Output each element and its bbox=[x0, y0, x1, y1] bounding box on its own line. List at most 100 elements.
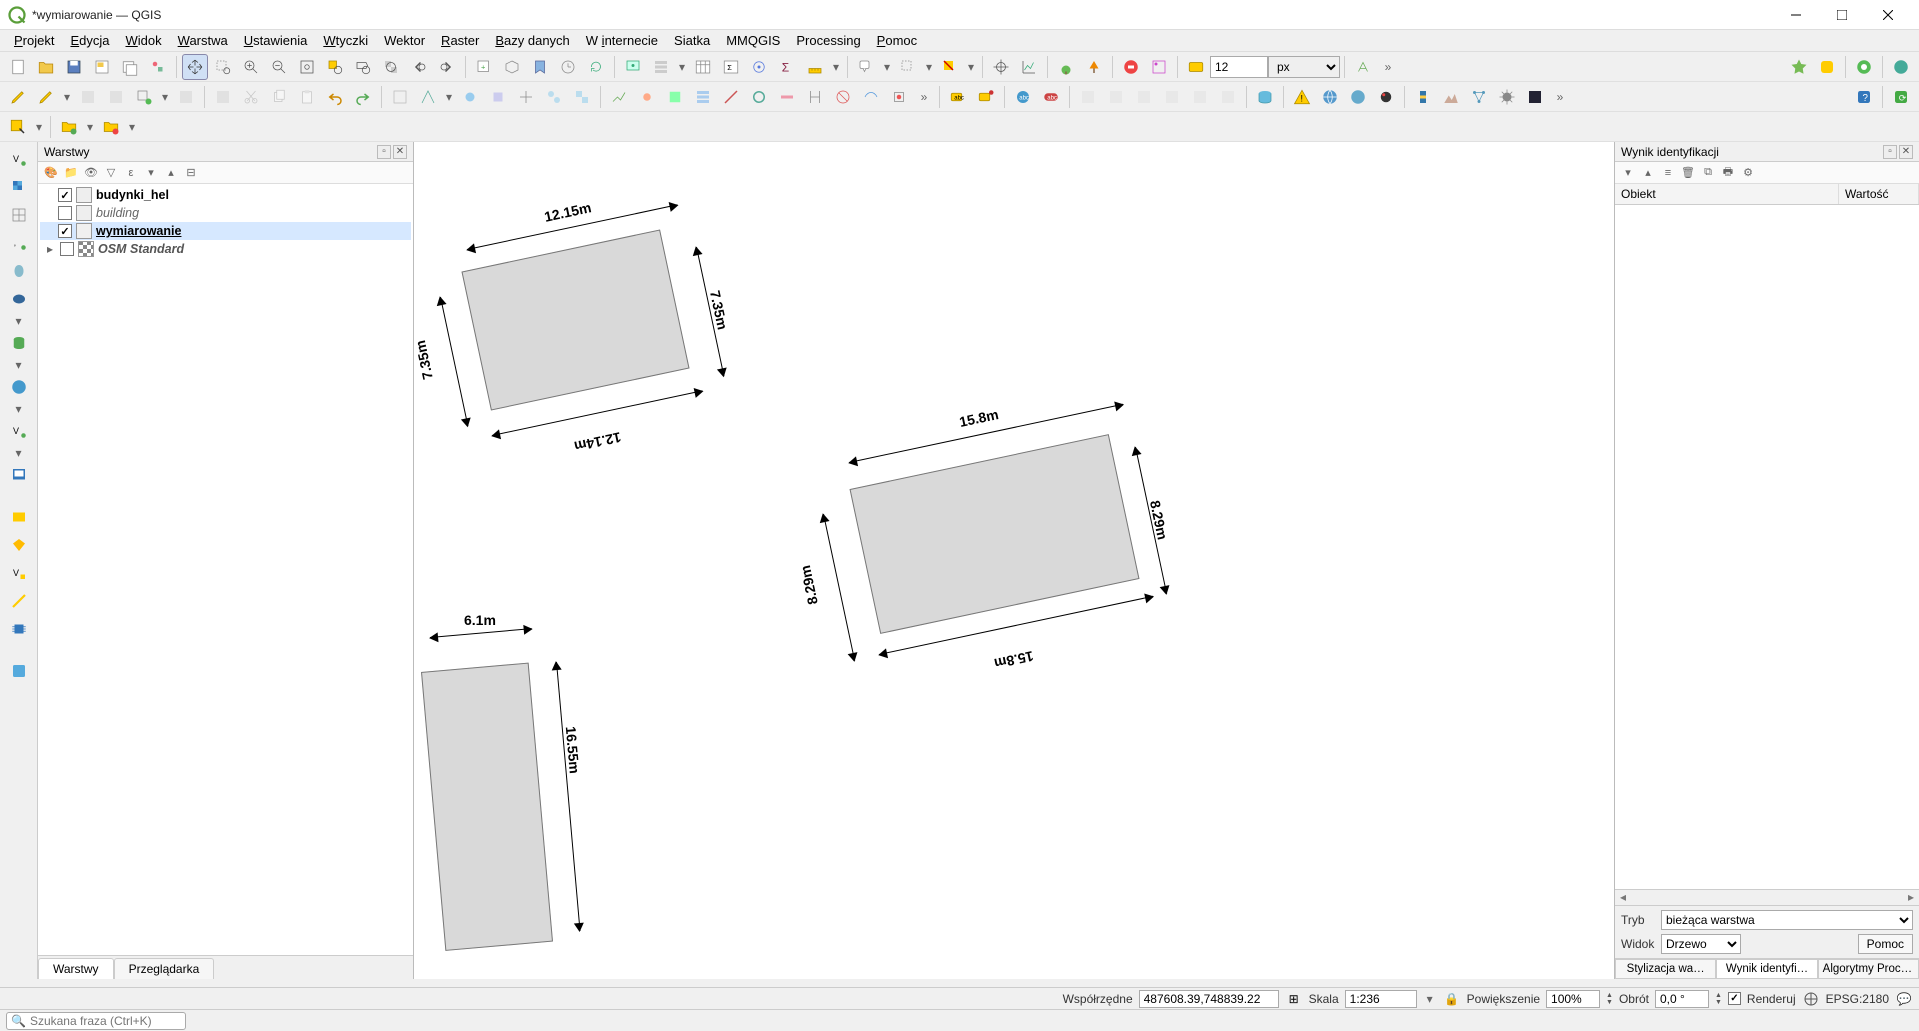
collapse-icon[interactable]: ▴ bbox=[1639, 164, 1657, 182]
wms-icon[interactable] bbox=[5, 374, 33, 400]
dig13-icon[interactable] bbox=[746, 84, 772, 110]
dig8-icon[interactable] bbox=[606, 84, 632, 110]
yellow4-icon[interactable] bbox=[5, 588, 33, 614]
locator-search[interactable]: 🔍 bbox=[6, 1012, 186, 1030]
layer-checkbox[interactable] bbox=[60, 242, 74, 256]
save-project-icon[interactable] bbox=[61, 54, 87, 80]
filter-icon[interactable]: ▽ bbox=[102, 164, 120, 182]
layer-tree[interactable]: budynki_hel building wymiarowanie ▸ OSM … bbox=[38, 184, 413, 955]
dropdown-icon[interactable]: ▾ bbox=[60, 90, 74, 104]
clear-icon[interactable]: 🗑 bbox=[1679, 164, 1697, 182]
help-button[interactable]: Pomoc bbox=[1858, 934, 1913, 954]
zoom-input[interactable] bbox=[1546, 990, 1600, 1008]
layer-checkbox[interactable] bbox=[58, 224, 72, 238]
new-map-view-icon[interactable]: + bbox=[471, 54, 497, 80]
toggle-edit-icon[interactable] bbox=[33, 84, 59, 110]
dropdown-icon[interactable]: ▾ bbox=[12, 314, 26, 328]
remove-layer-icon[interactable] bbox=[98, 114, 124, 140]
tab-identify[interactable]: Wynik identyfi… bbox=[1716, 959, 1817, 979]
dig9-icon[interactable] bbox=[634, 84, 660, 110]
vector-layer-icon[interactable]: V bbox=[5, 146, 33, 172]
db-icon[interactable] bbox=[1252, 84, 1278, 110]
copy-icon[interactable]: ⧉ bbox=[1699, 164, 1717, 182]
vector2-icon[interactable]: V bbox=[5, 418, 33, 444]
zoom-out-icon[interactable] bbox=[266, 54, 292, 80]
layer-checkbox[interactable] bbox=[58, 206, 72, 220]
tab-warstwy[interactable]: Warstwy bbox=[38, 958, 114, 979]
layer-checkbox[interactable] bbox=[58, 188, 72, 202]
menu-siatka[interactable]: Siatka bbox=[666, 31, 718, 50]
dig18-icon[interactable] bbox=[886, 84, 912, 110]
dig1-icon[interactable] bbox=[387, 84, 413, 110]
dropdown-icon[interactable]: ▾ bbox=[12, 402, 26, 416]
yellow1-icon[interactable] bbox=[5, 504, 33, 530]
tab-przegladarka[interactable]: Przeglądarka bbox=[114, 958, 215, 979]
view-select[interactable]: Drzewo bbox=[1661, 934, 1741, 954]
edit-pencil-icon[interactable] bbox=[5, 84, 31, 110]
chart-tool-icon[interactable] bbox=[1016, 54, 1042, 80]
warn-icon[interactable]: ! bbox=[1289, 84, 1315, 110]
collapse-icon[interactable]: ▴ bbox=[162, 164, 180, 182]
open-project-icon[interactable] bbox=[33, 54, 59, 80]
tab-styling[interactable]: Stylizacja wa… bbox=[1615, 959, 1716, 979]
network-icon[interactable] bbox=[1466, 84, 1492, 110]
font-size-input[interactable] bbox=[1210, 56, 1268, 78]
globe1-icon[interactable] bbox=[1317, 84, 1343, 110]
render-checkbox[interactable] bbox=[1728, 992, 1741, 1005]
minimize-button[interactable] bbox=[1773, 0, 1819, 30]
dropdown-icon[interactable]: ▾ bbox=[675, 60, 689, 74]
dig7-icon[interactable] bbox=[569, 84, 595, 110]
dropdown-icon[interactable]: ▾ bbox=[922, 60, 936, 74]
close-button[interactable] bbox=[1865, 0, 1911, 30]
dropdown-icon[interactable]: ▾ bbox=[83, 120, 97, 134]
remove-icon[interactable]: ⊟ bbox=[182, 164, 200, 182]
dig14-icon[interactable] bbox=[774, 84, 800, 110]
layer-wymiarowanie[interactable]: wymiarowanie bbox=[40, 222, 411, 240]
visibility-icon[interactable]: 👁 bbox=[82, 164, 100, 182]
new-project-icon[interactable] bbox=[5, 54, 31, 80]
dropdown-icon[interactable]: ▾ bbox=[12, 358, 26, 372]
matrix-icon[interactable] bbox=[1522, 84, 1548, 110]
processing-icon[interactable] bbox=[746, 54, 772, 80]
coord-input[interactable] bbox=[1139, 990, 1279, 1008]
new-group-icon[interactable] bbox=[56, 114, 82, 140]
plugin4-icon[interactable] bbox=[1888, 54, 1914, 80]
panel-close-icon[interactable]: ✕ bbox=[393, 145, 407, 159]
dropdown-icon[interactable]: ▾ bbox=[829, 60, 843, 74]
expand-icon[interactable]: ▾ bbox=[142, 164, 160, 182]
tab-processing[interactable]: Algorytmy Process… bbox=[1818, 959, 1919, 979]
mesh-layer-icon[interactable] bbox=[5, 202, 33, 228]
expand-icon[interactable]: ▸ bbox=[44, 242, 56, 256]
h-scrollbar[interactable]: ◂▸ bbox=[1615, 889, 1919, 905]
extents-icon[interactable]: ⊞ bbox=[1285, 990, 1303, 1008]
dig12-icon[interactable] bbox=[718, 84, 744, 110]
zoom-last-icon[interactable] bbox=[406, 54, 432, 80]
help1-icon[interactable]: ? bbox=[1851, 84, 1877, 110]
map-canvas[interactable]: 12.15m 12.14m 7.35m 7.35m 15.8m 15.8m 8.… bbox=[414, 142, 1614, 979]
temporal-icon[interactable] bbox=[555, 54, 581, 80]
help2-icon[interactable]: ⟳ bbox=[1888, 84, 1914, 110]
virtual-icon[interactable] bbox=[5, 462, 33, 488]
layer-osm[interactable]: ▸ OSM Standard bbox=[40, 240, 411, 258]
zoom-in-icon[interactable] bbox=[238, 54, 264, 80]
panel-float-icon[interactable]: ▫ bbox=[377, 145, 391, 159]
raster-layer-icon[interactable] bbox=[5, 174, 33, 200]
dropdown-icon[interactable]: ▾ bbox=[32, 120, 46, 134]
new-layout-icon[interactable] bbox=[89, 54, 115, 80]
dig3-icon[interactable] bbox=[457, 84, 483, 110]
menu-widok[interactable]: Widok bbox=[118, 31, 170, 50]
style-manager-icon[interactable] bbox=[145, 54, 171, 80]
python-icon[interactable] bbox=[1410, 84, 1436, 110]
dropdown-icon[interactable]: ▾ bbox=[12, 446, 26, 460]
menu-pomoc[interactable]: Pomoc bbox=[869, 31, 925, 50]
select-box-icon[interactable] bbox=[5, 114, 31, 140]
overflow-icon[interactable]: » bbox=[913, 90, 935, 104]
menu-projekt[interactable]: Projekt bbox=[6, 31, 62, 50]
measure-icon[interactable] bbox=[802, 54, 828, 80]
georef-icon[interactable] bbox=[1146, 54, 1172, 80]
refresh-icon[interactable] bbox=[583, 54, 609, 80]
dig2-icon[interactable] bbox=[415, 84, 441, 110]
virus-icon[interactable] bbox=[1494, 84, 1520, 110]
pan-selection-icon[interactable] bbox=[210, 54, 236, 80]
db2-icon[interactable] bbox=[5, 330, 33, 356]
